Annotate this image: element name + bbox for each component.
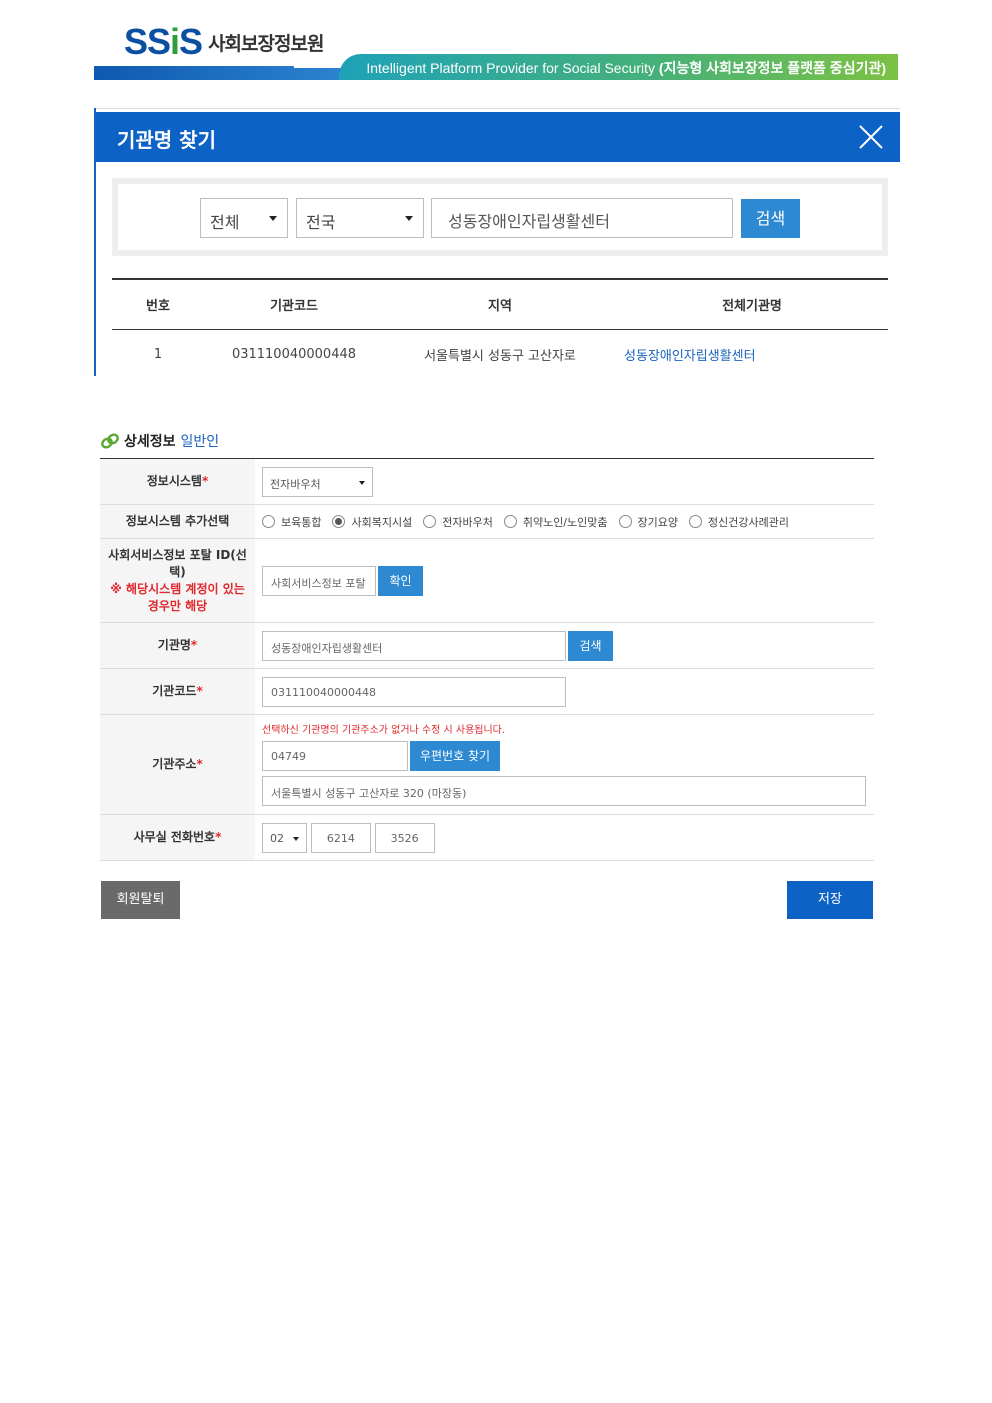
radio-welfare-facility[interactable]: 사회복지시설 xyxy=(332,514,412,530)
label-org-name: 기관명* xyxy=(100,622,255,669)
row-info-system: 정보시스템* 전자바우처 xyxy=(100,458,874,505)
extra-system-radio-group: 보육통합 사회복지시설 전자바우처 취약노인/노인맞춤 장기요양 정신건강사례관… xyxy=(262,514,874,530)
popup-title: 기관명 찾기 xyxy=(117,128,216,152)
search-box: 전체 전국 성동장애인자립생활센터 검색 xyxy=(112,178,888,256)
radio-voucher[interactable]: 전자바우처 xyxy=(423,514,493,530)
type-select[interactable]: 전체 xyxy=(200,198,288,238)
radio-senior[interactable]: 취약노인/노인맞춤 xyxy=(503,514,608,530)
phone-area-select[interactable]: 02 xyxy=(262,822,307,853)
label-org-code: 기관코드* xyxy=(100,668,255,715)
table-row[interactable]: 1 031110040000448 서울특별시 성동구 고산자로 성동장애인자립… xyxy=(112,329,888,379)
confirm-button[interactable]: 확인 xyxy=(378,565,423,596)
row-phone: 사무실 전화번호* 02 6214 3526 xyxy=(100,814,874,861)
table-header-row: 번호 기관코드 지역 전체기관명 xyxy=(112,278,888,330)
address-note: 선택하신 기관명의 기관주소가 없거나 수정 시 사용됩니다. xyxy=(262,725,506,736)
zip-input[interactable]: 04749 xyxy=(262,741,408,771)
col-header-no: 번호 xyxy=(112,278,204,330)
save-button[interactable]: 저장 xyxy=(787,881,873,919)
region-select[interactable]: 전국 xyxy=(296,198,424,238)
detail-heading: 상세정보 일반인 xyxy=(100,431,219,451)
org-code-input[interactable]: 031110040000448 xyxy=(262,676,566,707)
radio-longterm-care[interactable]: 장기요양 xyxy=(618,514,678,530)
cell-no: 1 xyxy=(153,346,163,362)
row-org-address: 기관주소* 선택하신 기관명의 기관주소가 없거나 수정 시 사용됩니다. 04… xyxy=(100,714,874,815)
radio-childcare[interactable]: 보육통합 xyxy=(262,514,321,530)
label-portal-id: 사회서비스정보 포탈 ID(선택) ※ 해당시스템 계정이 있는 경우만 해당 xyxy=(100,538,255,623)
slogan-text: Intelligent Platform Provider for Social… xyxy=(366,60,886,76)
label-extra-system: 정보시스템 추가선택 xyxy=(100,504,255,539)
detail-title: 상세정보 xyxy=(124,434,176,450)
result-table: 번호 기관코드 지역 전체기관명 1 031110040000448 서울특별시… xyxy=(112,278,888,379)
label-phone: 사무실 전화번호* xyxy=(100,814,255,861)
org-search-popup: 기관명 찾기 전체 전국 성동장애인자립생활센터 검색 번호 기관코드 지역 전… xyxy=(94,108,900,379)
cell-region: 서울특별시 성동구 고산자로 xyxy=(424,348,576,364)
site-header: SSiS 사회보장정보원 Intelligent Platform Provid… xyxy=(94,18,898,80)
label-org-address: 기관주소* xyxy=(100,714,255,815)
logo-text: 사회보장정보원 xyxy=(208,32,324,55)
row-org-code: 기관코드* 031110040000448 xyxy=(100,668,874,715)
row-org-name: 기관명* 성동장애인자립생활센터 검색 xyxy=(100,622,874,669)
phone-mid-input[interactable]: 6214 xyxy=(310,822,371,853)
address-input[interactable]: 서울특별시 성동구 고산자로 320 (마장동) xyxy=(262,776,866,806)
portal-id-input[interactable]: 사회서비스정보 포탈 xyxy=(262,565,376,596)
info-system-select[interactable]: 전자바우처 xyxy=(262,466,373,497)
org-name-input[interactable]: 성동장애인자립생활센터 xyxy=(262,630,566,661)
phone-last-input[interactable]: 3526 xyxy=(374,822,435,853)
radio-mental-health[interactable]: 정신건강사례관리 xyxy=(688,514,789,530)
popup-title-bar: 기관명 찾기 xyxy=(96,112,900,162)
label-info-system: 정보시스템* xyxy=(100,458,255,505)
zip-search-button[interactable]: 우편번호 찾기 xyxy=(410,741,500,771)
row-portal-id: 사회서비스정보 포탈 ID(선택) ※ 해당시스템 계정이 있는 경우만 해당 … xyxy=(100,538,874,623)
chevron-down-icon xyxy=(293,836,299,841)
chevron-down-icon xyxy=(405,216,413,221)
col-header-name: 전체기관명 xyxy=(616,278,888,330)
org-name-link[interactable]: 성동장애인자립생활센터 xyxy=(616,329,888,379)
org-search-button[interactable]: 검색 xyxy=(568,630,613,661)
row-extra-system: 정보시스템 추가선택 보육통합 사회복지시설 전자바우처 취약노인/노인맞춤 장… xyxy=(100,504,874,539)
chevron-down-icon xyxy=(359,480,365,485)
detail-subtitle: 일반인 xyxy=(180,434,220,450)
keyword-input[interactable]: 성동장애인자립생활센터 xyxy=(431,198,733,238)
close-icon[interactable] xyxy=(858,124,884,150)
withdraw-button[interactable]: 회원탈퇴 xyxy=(101,881,180,919)
portal-id-note: ※ 해당시스템 계정이 있는 경우만 해당 xyxy=(110,581,245,613)
detail-form: 정보시스템* 전자바우처 정보시스템 추가선택 보육통합 사회복지시설 전자바우… xyxy=(100,458,874,861)
col-header-code: 기관코드 xyxy=(204,278,384,330)
chevron-down-icon xyxy=(269,216,277,221)
cell-code: 031110040000448 xyxy=(231,346,357,362)
link-icon xyxy=(101,433,119,449)
search-button[interactable]: 검색 xyxy=(741,199,800,238)
col-header-region: 지역 xyxy=(384,278,616,330)
slogan-bar: Intelligent Platform Provider for Social… xyxy=(94,54,898,80)
